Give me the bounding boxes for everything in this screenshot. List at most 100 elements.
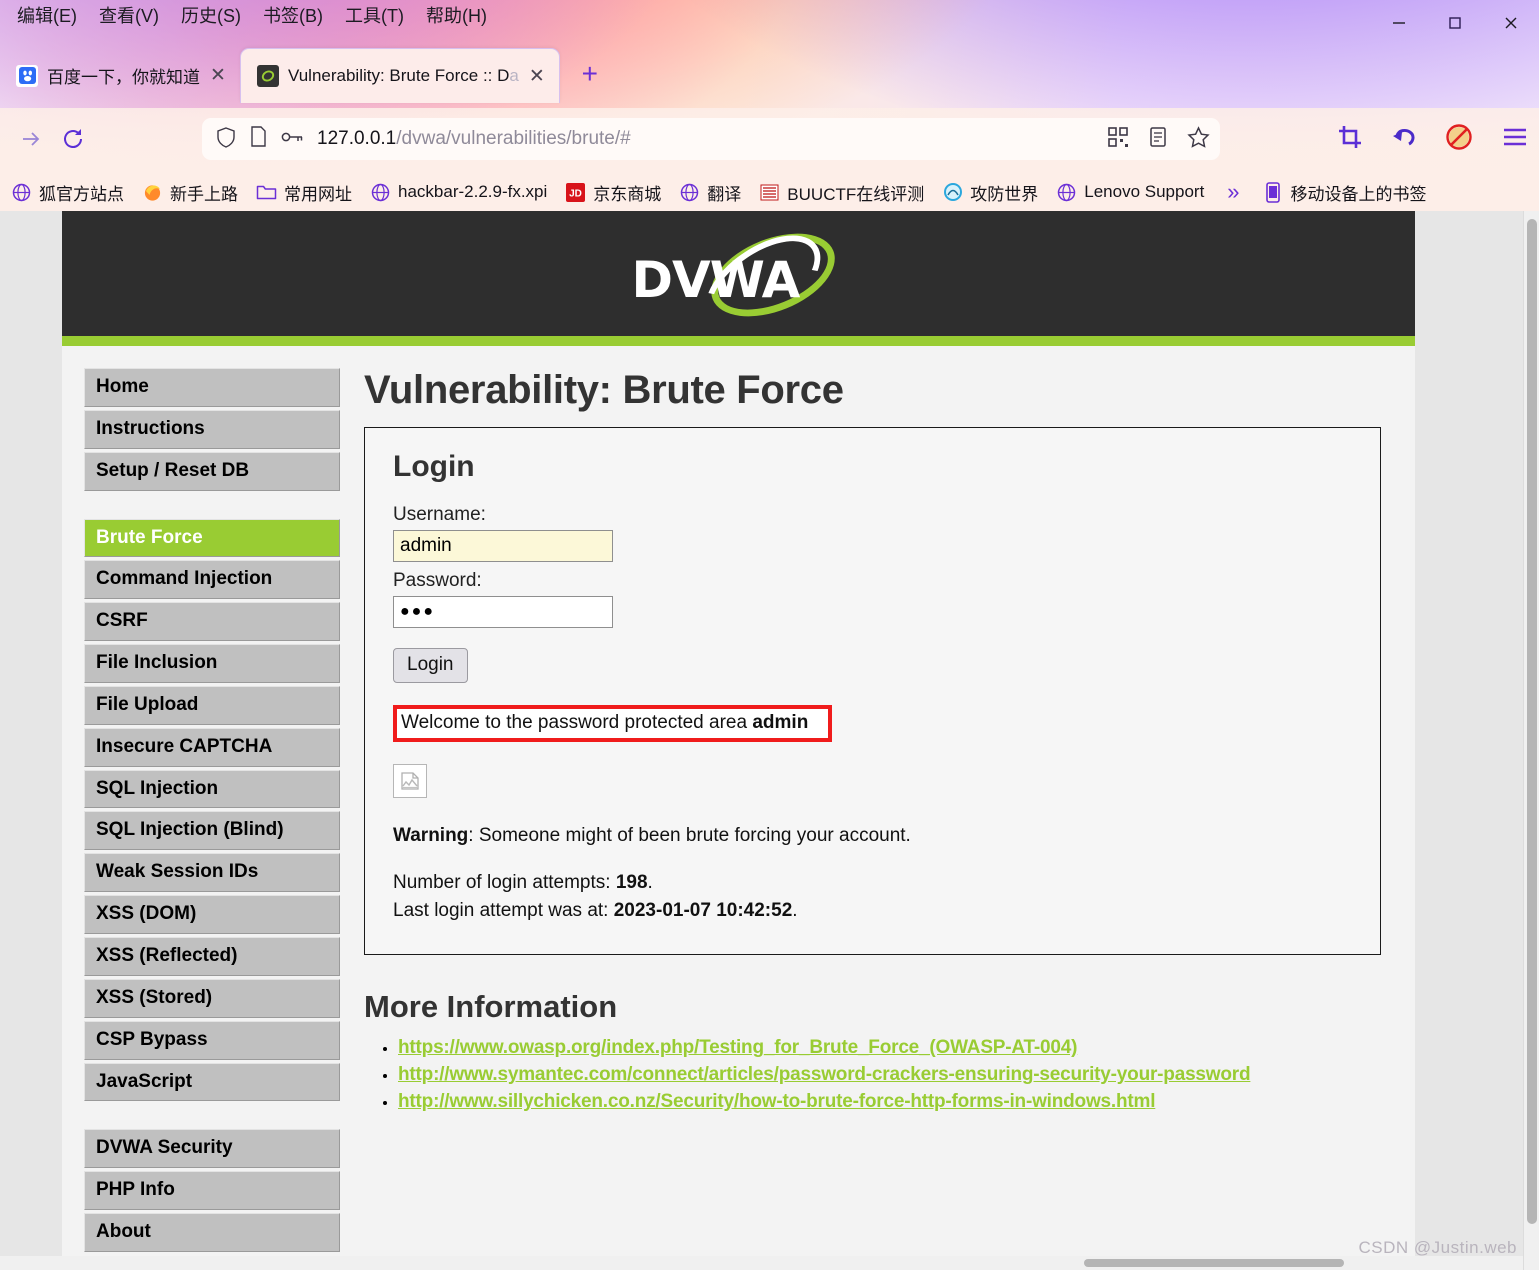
sidebar-item-file-upload[interactable]: File Upload (84, 685, 340, 725)
bookmark-label: 移动设备上的书签 (1290, 184, 1427, 204)
vulnerability-panel: Login Username: admin Password: ●●● Logi… (364, 427, 1381, 956)
bookmark-lenovo-support[interactable]: Lenovo Support (1047, 175, 1213, 209)
sidebar-item-command-injection[interactable]: Command Injection (84, 560, 340, 600)
list-item: http://www.sillychicken.co.nz/Security/h… (398, 1091, 1381, 1113)
password-input[interactable]: ●●● (393, 596, 613, 628)
bookmark-label: 狐官方站点 (39, 184, 124, 204)
bookmark-label: hackbar-2.2.9-fx.xpi (398, 182, 548, 201)
dvwa-logo: DVWA (624, 216, 854, 347)
bookmark-getting-started[interactable]: 新手上路 (133, 175, 247, 209)
bookmark-hackbar[interactable]: hackbar-2.2.9-fx.xpi (361, 175, 556, 209)
watermark: CSDN @Justin.web (1358, 1238, 1517, 1257)
tab-title-baidu: 百度一下，你就知道 (47, 68, 200, 87)
bookmark-label: 翻译 (707, 184, 742, 204)
bookmark-buuctf[interactable]: BUUCTF在线评测 (750, 175, 933, 209)
bookmark-firefox-official[interactable]: 狐官方站点 (2, 175, 133, 209)
menu-item-tools[interactable]: 工具(T) (334, 2, 415, 28)
username-label: Username: (393, 504, 486, 525)
menu-item-view[interactable]: 查看(V) (88, 2, 170, 28)
forward-arrow-icon[interactable] (10, 118, 52, 160)
sidebar-item-dvwa-security[interactable]: DVWA Security (84, 1129, 340, 1169)
horizontal-scrollbar-thumb[interactable] (1084, 1259, 1344, 1267)
horizontal-scrollbar[interactable] (0, 1256, 1523, 1270)
login-button[interactable]: Login (393, 648, 468, 683)
menu-item-help[interactable]: 帮助(H) (415, 2, 498, 28)
browser-chrome: 编辑(E) 查看(V) 历史(S) 书签(B) 工具(T) 帮助(H) 百度一下… (0, 0, 1539, 211)
globe-icon (1056, 182, 1077, 203)
svg-text:JD: JD (569, 188, 582, 199)
bookmark-translate[interactable]: 翻译 (670, 175, 750, 209)
sidebar-item-brute-force[interactable]: Brute Force (84, 518, 340, 558)
sidebar-item-about[interactable]: About (84, 1213, 340, 1252)
tab-baidu[interactable]: 百度一下，你就知道 ✕ (0, 48, 240, 103)
xctf-icon (942, 182, 963, 203)
menu-item-bookmarks[interactable]: 书签(B) (252, 2, 334, 28)
password-label: Password: (393, 570, 482, 591)
page-title: Vulnerability: Brute Force (364, 368, 844, 412)
navigation-toolbar (0, 113, 1539, 165)
bookmark-label: 京东商城 (593, 184, 662, 204)
sidebar-item-setup-reset-db[interactable]: Setup / Reset DB (84, 451, 340, 491)
menu-item-edit[interactable]: 编辑(E) (6, 2, 88, 28)
sidebar-item-xss-dom[interactable]: XSS (DOM) (84, 895, 340, 934)
bookmark-jd[interactable]: JD 京东商城 (556, 175, 670, 209)
last-login-attempt-line: Last login attempt was at: 2023-01-07 10… (393, 899, 798, 921)
tab-title-dvwa: Vulnerability: Brute Force :: Da (288, 66, 519, 85)
sidebar-item-csrf[interactable]: CSRF (84, 602, 340, 642)
username-input[interactable]: admin (393, 530, 613, 562)
mobile-device-icon (1263, 181, 1284, 203)
sidebar-item-sql-injection-blind[interactable]: SQL Injection (Blind) (84, 811, 340, 851)
link-sillychicken[interactable]: http://www.sillychicken.co.nz/Security/h… (398, 1091, 1155, 1112)
sidebar-item-weak-session-ids[interactable]: Weak Session IDs (84, 853, 340, 893)
list-item: http://www.symantec.com/connect/articles… (398, 1064, 1381, 1086)
page-body: Home Instructions Setup / Reset DB Brute… (62, 346, 1415, 1270)
sidebar-group-main: Home Instructions Setup / Reset DB (84, 368, 340, 491)
sidebar-item-instructions[interactable]: Instructions (84, 409, 340, 449)
sidebar-item-csp-bypass[interactable]: CSP Bypass (84, 1020, 340, 1060)
vertical-scrollbar-thumb[interactable] (1527, 219, 1537, 1224)
bookmarks-bar: 狐官方站点 新手上路 常用网址 hackbar-2.2.9-fx.xpi JD … (0, 172, 1539, 211)
sidebar-item-xss-stored[interactable]: XSS (Stored) (84, 978, 340, 1018)
bookmark-label: 攻防世界 (970, 184, 1039, 204)
sidebar-item-xss-reflected[interactable]: XSS (Reflected) (84, 936, 340, 976)
page-viewport: DVWA Home Instructions Setup / Reset DB … (0, 211, 1539, 1270)
dvwa-page: DVWA Home Instructions Setup / Reset DB … (62, 211, 1415, 1270)
tab-close-icon[interactable]: ✕ (529, 67, 545, 86)
dvwa-icon (257, 65, 279, 87)
bookmarks-overflow-chevron-icon[interactable]: » (1213, 179, 1253, 205)
last-login-timestamp: 2023-01-07 10:42:52 (613, 899, 793, 921)
sidebar-item-file-inclusion[interactable]: File Inclusion (84, 644, 340, 683)
sidebar-item-home[interactable]: Home (84, 368, 340, 407)
menu-item-history[interactable]: 历史(S) (170, 2, 252, 28)
vertical-scrollbar[interactable] (1523, 211, 1539, 1270)
sidebar-item-sql-injection[interactable]: SQL Injection (84, 769, 340, 809)
bookmark-folder-common-sites[interactable]: 常用网址 (247, 175, 361, 209)
sidebar-item-javascript[interactable]: JavaScript (84, 1062, 340, 1102)
tab-close-icon[interactable]: ✕ (210, 66, 226, 85)
bookmark-label: Lenovo Support (1084, 182, 1205, 201)
reload-icon[interactable] (52, 118, 94, 160)
minimize-icon[interactable] (1371, 0, 1427, 46)
bookmark-mobile-devices[interactable]: 移动设备上的书签 (1254, 175, 1436, 209)
dvwa-site-header: DVWA (62, 211, 1415, 347)
login-attempts-count: 198 (615, 872, 648, 894)
bookmark-label: BUUCTF在线评测 (787, 184, 925, 204)
warning-message: Warning: Someone might of been brute for… (393, 822, 1352, 850)
globe-icon (11, 182, 32, 203)
bookmark-xctf[interactable]: 攻防世界 (933, 175, 1047, 209)
link-symantec[interactable]: http://www.symantec.com/connect/articles… (398, 1064, 1251, 1085)
new-tab-button[interactable]: + (568, 52, 612, 96)
sidebar-item-php-info[interactable]: PHP Info (84, 1171, 340, 1211)
globe-icon (370, 182, 391, 203)
link-owasp[interactable]: https://www.owasp.org/index.php/Testing_… (398, 1037, 1077, 1058)
welcome-text: Welcome to the password protected area (401, 712, 753, 733)
welcome-message: Welcome to the password protected area a… (393, 705, 833, 742)
main-content: Vulnerability: Brute Force Login Usernam… (340, 346, 1415, 1118)
close-icon[interactable] (1483, 0, 1539, 46)
sidebar-item-insecure-captcha[interactable]: Insecure CAPTCHA (84, 727, 340, 767)
tab-dvwa[interactable]: Vulnerability: Brute Force :: Da ✕ (240, 48, 560, 103)
globe-icon (679, 182, 700, 203)
maximize-icon[interactable] (1427, 0, 1483, 46)
